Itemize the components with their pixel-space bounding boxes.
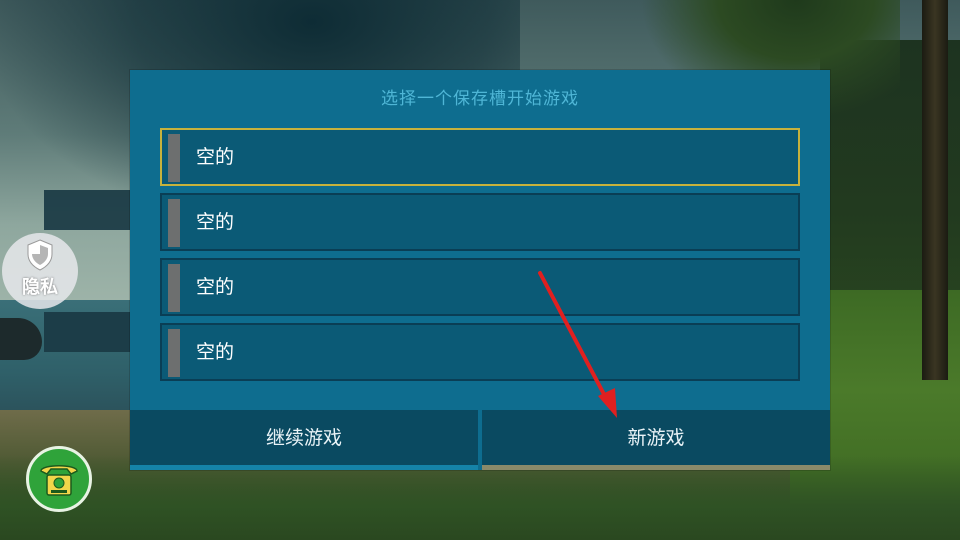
- save-slot-label: 空的: [196, 211, 235, 233]
- dialog-title: 选择一个保存槽开始游戏: [381, 89, 579, 109]
- save-slot-label: 空的: [196, 146, 235, 168]
- shield-icon: [27, 239, 53, 271]
- hidden-panel-strip: [44, 190, 130, 230]
- button-underline: [482, 465, 830, 470]
- save-slot-3[interactable]: 空的: [160, 258, 800, 316]
- save-slot-label: 空的: [196, 341, 235, 363]
- new-game-button[interactable]: 新游戏: [482, 410, 830, 470]
- privacy-label: 隐私: [22, 277, 58, 298]
- button-underline: [130, 465, 478, 470]
- new-game-label: 新游戏: [627, 427, 685, 449]
- continue-game-label: 继续游戏: [265, 427, 342, 449]
- save-slot-label: 空的: [196, 276, 235, 298]
- save-slot-4[interactable]: 空的: [160, 323, 800, 381]
- hidden-panel-strip: [44, 312, 130, 352]
- save-slot-2[interactable]: 空的: [160, 193, 800, 251]
- phone-button[interactable]: [26, 446, 92, 512]
- telephone-icon: [40, 465, 78, 496]
- tree-trunk: [922, 0, 948, 380]
- slot-marker: [168, 199, 180, 247]
- slot-marker: [168, 329, 180, 377]
- save-slot-1[interactable]: 空的: [160, 128, 800, 186]
- privacy-button[interactable]: 隐私: [2, 233, 78, 309]
- save-slot-dialog: 选择一个保存槽开始游戏 空的 空的 空的 空的 继续游戏 新游戏: [130, 70, 830, 470]
- slot-marker: [168, 134, 180, 182]
- continue-game-button[interactable]: 继续游戏: [130, 410, 478, 470]
- slot-marker: [168, 264, 180, 312]
